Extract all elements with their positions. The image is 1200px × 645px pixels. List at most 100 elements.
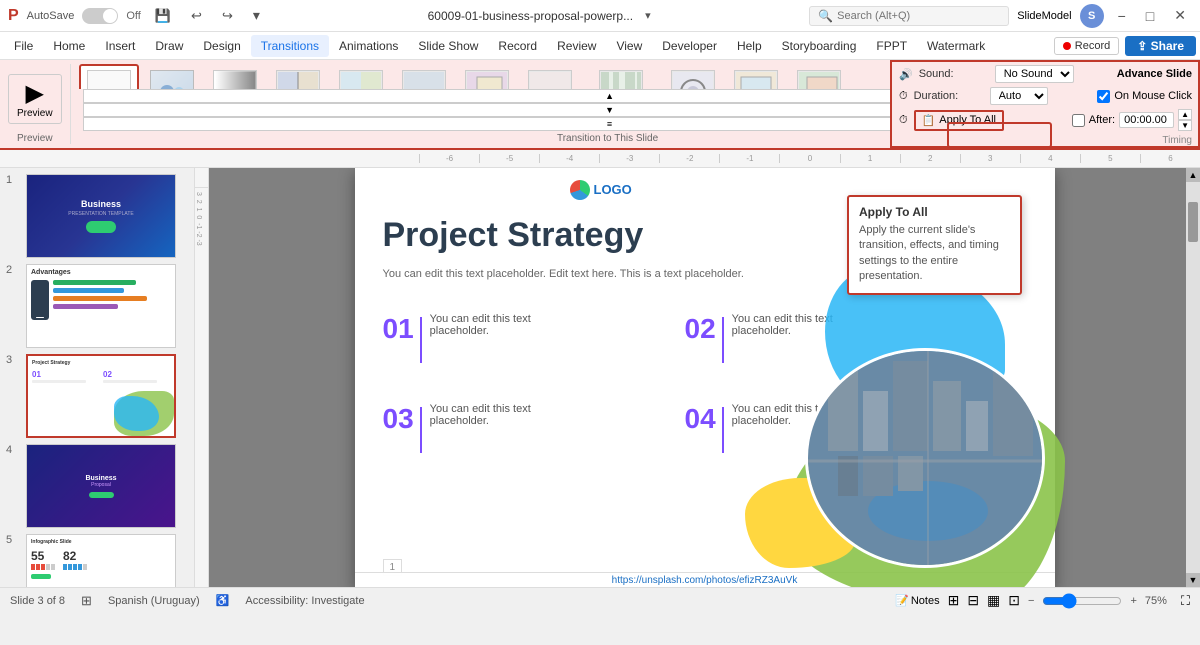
maximize-button[interactable]: □ xyxy=(1140,6,1160,26)
toolbar-save-icon[interactable]: 💾 xyxy=(149,6,177,26)
slide-thumbnail-1[interactable]: Business PRESENTATION TEMPLATE xyxy=(26,174,176,258)
transition-none[interactable]: None xyxy=(79,64,139,89)
transition-push[interactable]: Push xyxy=(268,64,328,89)
minimize-button[interactable]: − xyxy=(1112,6,1132,26)
logo-circle xyxy=(570,180,590,200)
menu-draw[interactable]: Draw xyxy=(145,35,193,57)
menu-animations[interactable]: Animations xyxy=(329,35,408,57)
transition-wipe[interactable]: Wipe xyxy=(331,64,391,89)
apply-to-all-icon: 📋 xyxy=(922,114,936,127)
document-menu-icon[interactable]: ▾ xyxy=(639,7,657,24)
toolbar-redo-icon[interactable]: ↪ xyxy=(216,6,239,26)
transition-cover[interactable]: Cover xyxy=(789,64,849,89)
apply-to-all-button[interactable]: 📋 Apply To All xyxy=(914,110,1004,131)
menu-help[interactable]: Help xyxy=(727,35,772,57)
avatar[interactable]: S xyxy=(1080,4,1104,28)
s2-title: Advantages xyxy=(31,269,171,276)
view-presenter-button[interactable]: ⊡ xyxy=(1008,592,1020,609)
ruler-tick: -2 xyxy=(659,154,719,163)
on-mouse-click-label: On Mouse Click xyxy=(1114,90,1192,102)
transition-reveal[interactable]: Reveal xyxy=(457,64,517,89)
sound-select[interactable]: No Sound xyxy=(995,65,1074,83)
menu-home[interactable]: Home xyxy=(43,35,95,57)
ruler-ticks: -6 -5 -4 -3 -2 -1 0 1 2 3 4 5 6 xyxy=(419,154,1200,163)
search-box[interactable]: 🔍 xyxy=(809,6,1009,26)
accessibility-label: Accessibility: Investigate xyxy=(245,595,364,607)
scroll-down-canvas-button[interactable]: ▼ xyxy=(1186,573,1200,587)
transition-shape[interactable]: Shape xyxy=(663,64,723,89)
document-title: 60009-01-business-proposal-powerp... xyxy=(428,9,633,23)
zoom-slider[interactable] xyxy=(1042,593,1122,609)
scroll-up-canvas-button[interactable]: ▲ xyxy=(1186,168,1200,182)
after-increment-button[interactable]: ▲ xyxy=(1178,109,1192,120)
menu-view[interactable]: View xyxy=(606,35,652,57)
share-button[interactable]: ⇪ Share xyxy=(1125,36,1196,56)
autosave-toggle[interactable] xyxy=(82,8,118,24)
transition-morph[interactable]: Morph xyxy=(142,64,202,89)
menu-transitions[interactable]: Transitions xyxy=(251,35,329,57)
menu-storyboarding[interactable]: Storyboarding xyxy=(772,35,867,57)
transition-fade[interactable]: Fade xyxy=(205,64,265,89)
accessibility-icon: ♿ xyxy=(216,594,230,607)
slide-item-2[interactable]: 2 Advantages xyxy=(6,264,188,348)
s3-title: Project Strategy xyxy=(32,360,170,366)
slide-item-4[interactable]: 4 Business Proposal xyxy=(6,444,188,528)
slide-thumbnail-5[interactable]: Infographic Slide 55 xyxy=(26,534,176,587)
toolbar-undo-icon[interactable]: ↩ xyxy=(185,6,208,26)
slide-thumbnail-3[interactable]: Project Strategy 01 02 xyxy=(26,354,176,438)
toolbar-more-icon[interactable]: ▾ xyxy=(247,5,266,26)
s3-line2 xyxy=(103,380,157,383)
title-bar-left: P AutoSave Off 💾 ↩ ↪ ▾ xyxy=(8,5,275,26)
slide-info: Slide 3 of 8 xyxy=(10,595,65,607)
view-reading-button[interactable]: ▦ xyxy=(987,592,1000,609)
menu-fppt[interactable]: FPPT xyxy=(866,35,917,57)
menu-record[interactable]: Record xyxy=(488,35,547,57)
morph-icon xyxy=(150,70,194,89)
sound-row: 🔊 Sound: No Sound Advance Slide xyxy=(899,65,1192,83)
cut-icon xyxy=(528,70,572,89)
menu-file[interactable]: File xyxy=(4,35,43,57)
push-icon xyxy=(276,70,320,89)
transition-uncover[interactable]: Uncover xyxy=(726,64,786,89)
s2-phone xyxy=(31,280,49,320)
aerial-photo-inner xyxy=(808,351,1042,565)
item-line1-03: You can edit this text xyxy=(430,403,531,415)
slide-thumbnail-2[interactable]: Advantages xyxy=(26,264,176,348)
slide-item-1[interactable]: 1 Business PRESENTATION TEMPLATE xyxy=(6,174,188,258)
fit-slide-button[interactable]: ⛶ xyxy=(1181,593,1190,609)
menu-slideshow[interactable]: Slide Show xyxy=(408,35,488,57)
search-input[interactable] xyxy=(837,10,977,22)
app-logo: P xyxy=(8,7,19,25)
canvas-area[interactable]: LOGO Project Strategy You can edit this … xyxy=(209,168,1200,587)
slide-thumbnail-4[interactable]: Business Proposal xyxy=(26,444,176,528)
canvas-scrollbar[interactable]: ▲ ▼ xyxy=(1186,168,1200,587)
transition-cut[interactable]: Cut xyxy=(520,64,580,89)
view-slide-sorter-button[interactable]: ⊟ xyxy=(967,592,979,609)
preview-button[interactable]: ▶ Preview xyxy=(8,74,62,124)
menu-watermark[interactable]: Watermark xyxy=(917,35,995,57)
duration-select[interactable]: Auto 01.00 02.00 xyxy=(990,87,1048,105)
menu-design[interactable]: Design xyxy=(193,35,250,57)
menu-developer[interactable]: Developer xyxy=(652,35,727,57)
menu-right: Record ⇪ Share xyxy=(1054,36,1196,56)
notes-button[interactable]: 📝 Notes xyxy=(895,594,939,607)
slide-item-5[interactable]: 5 Infographic Slide 55 xyxy=(6,534,188,587)
record-button[interactable]: Record xyxy=(1054,37,1119,55)
transition-split[interactable]: Split xyxy=(394,64,454,89)
menu-insert[interactable]: Insert xyxy=(95,35,145,57)
close-button[interactable]: ✕ xyxy=(1168,5,1192,26)
on-mouse-click-checkbox[interactable] xyxy=(1097,90,1110,103)
menu-bar: File Home Insert Draw Design Transitions… xyxy=(0,32,1200,60)
view-normal-button[interactable]: ⊞ xyxy=(948,592,960,609)
vr-spacer xyxy=(195,168,208,188)
menu-review[interactable]: Review xyxy=(547,35,606,57)
ruler: -6 -5 -4 -3 -2 -1 0 1 2 3 4 5 6 xyxy=(0,150,1200,168)
slide-item-3[interactable]: 3 Project Strategy 01 02 xyxy=(6,354,188,438)
transition-random-bars[interactable]: Random Bars xyxy=(583,64,660,89)
slide-5-preview: Infographic Slide 55 xyxy=(27,535,175,587)
after-time-input[interactable] xyxy=(1119,112,1174,128)
after-decrement-button[interactable]: ▼ xyxy=(1178,120,1192,131)
after-checkbox[interactable] xyxy=(1072,114,1085,127)
language-label: Spanish (Uruguay) xyxy=(108,595,200,607)
ruler-tick: -3 xyxy=(599,154,659,163)
